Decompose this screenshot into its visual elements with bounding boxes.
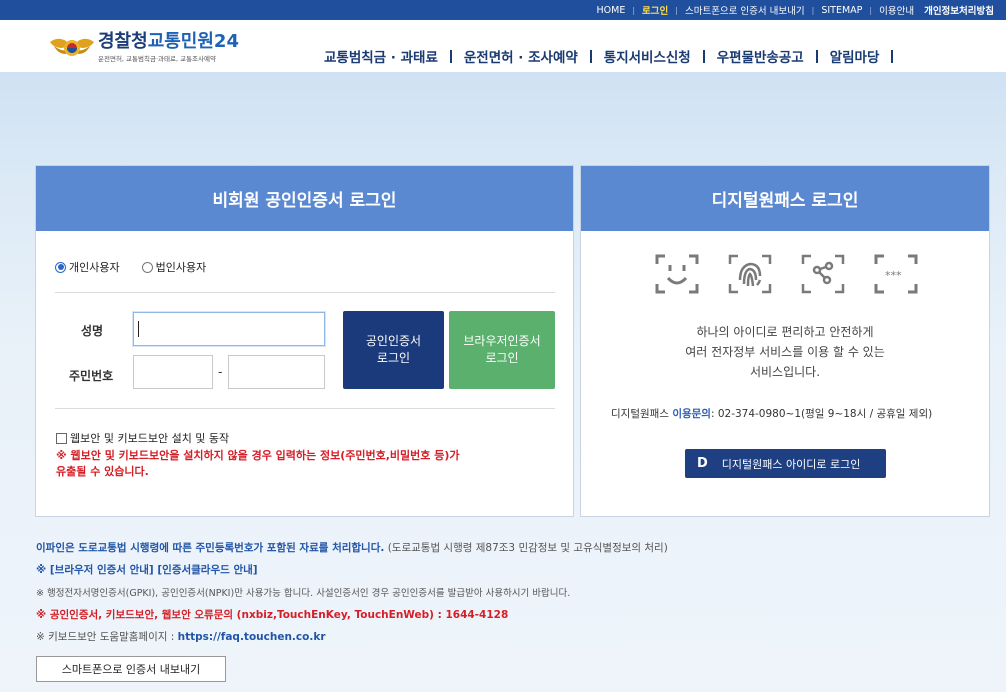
security-install-checkbox[interactable]	[56, 432, 67, 444]
name-input[interactable]	[133, 312, 325, 346]
inquiry-phone: : 02-374-0980~1(평일 9~18시 / 공휴일 제외)	[710, 408, 933, 420]
notice-error-contact: ※ 공인인증서, 키보드보안, 웹보안 오류문의 (nxbiz,TouchEnK…	[36, 609, 509, 621]
browser-cert-login-button[interactable]: 브라우저인증서 로그인	[449, 311, 555, 389]
browser-login-line2: 로그인	[485, 351, 519, 365]
fingerprint-icon	[728, 254, 772, 294]
nav-license[interactable]: 운전면허 · 조사예약	[464, 46, 578, 66]
keyboard-help-link[interactable]: https://faq.touchen.co.kr	[178, 631, 326, 643]
export-cert-link[interactable]: 스마트폰으로 인증서 내보내기	[685, 3, 805, 17]
nav-notice[interactable]: 알림마당	[830, 46, 880, 66]
logo-title-police: 경찰청	[98, 31, 148, 52]
notice-keyboard-help: ※ 키보드보안 도움말홈페이지 : https://faq.touchen.co…	[36, 631, 326, 644]
cert-login-button[interactable]: 공인인증서 로그인	[343, 311, 444, 389]
name-label: 성명	[81, 324, 104, 338]
auth-method-icons: ***	[653, 250, 945, 298]
rrn-front-input[interactable]	[133, 355, 213, 389]
security-install-label[interactable]: 웹보안 및 키보드보안 설치 및 동작	[70, 430, 229, 446]
guide-link[interactable]: 이용안내	[879, 3, 914, 17]
export-cert-smartphone-button[interactable]: 스마트폰으로 인증서 내보내기	[36, 656, 226, 682]
digital-onepass-login-button[interactable]: D 디지털원패스 아이디로 로그인	[685, 449, 886, 478]
radio-personal-label[interactable]: 개인사용자	[69, 259, 120, 275]
cert-login-line1: 공인인증서	[365, 334, 422, 348]
notice-line-rrn: 이파인은 도로교통법 시행령에 따른 주민등록번호가 포함된 자료를 처리합니다…	[36, 542, 668, 555]
sitemap-link[interactable]: SITEMAP	[821, 5, 862, 16]
nav-divider	[589, 49, 592, 63]
inquiry-label: 이용문의	[672, 408, 711, 420]
notice-cert-types: ※ 행정전자서명인증서(GPKI), 공인인증서(NPKI)만 사용가능 합니다…	[36, 588, 571, 599]
nonmember-login-title: 비회원 공인인증서 로그인	[36, 166, 573, 231]
home-link[interactable]: HOME	[597, 5, 626, 16]
login-link[interactable]: 로그인	[642, 3, 668, 17]
text-caret	[138, 321, 139, 337]
utility-bar: HOME | 로그인 | 스마트폰으로 인증서 내보내기 | SITEMAP |…	[0, 0, 1006, 20]
security-warning-line1: ※ 웹보안 및 키보드보안을 설치하지 않을 경우 입력하는 정보(주민번호,비…	[56, 449, 460, 462]
face-recognition-icon	[655, 254, 699, 294]
svg-text:***: ***	[885, 269, 902, 282]
cert-login-line2: 로그인	[376, 351, 411, 365]
nav-notification[interactable]: 통지서비스신청	[604, 46, 691, 66]
rrn-back-input[interactable]	[228, 355, 325, 389]
site-header: 경찰청교통민원24 운전면허, 교통범칙금·과태료, 교통조사예약 교통범칙금 …	[0, 20, 1006, 72]
desc-line1: 하나의 아이디로 편리하고 안전하게	[696, 325, 874, 339]
notice-rrn-bold: 이파인은 도로교통법 시행령에 따른 주민등록번호가 포함된 자료를 처리합니다…	[36, 542, 385, 554]
browser-cert-guide-link[interactable]: ※ [브라우저 인증서 안내] [인증서클라우드 안내]	[36, 564, 258, 577]
separator: |	[811, 5, 815, 15]
notice-rrn-rest: (도로교통법 시행령 제87조3 민감정보 및 고유식별정보의 처리)	[387, 542, 668, 554]
separator: |	[675, 5, 678, 15]
pattern-icon	[801, 254, 845, 294]
digital-onepass-inquiry: 디지털원패스 이용문의: 02-374-0980~1(평일 9~18시 / 공휴…	[611, 406, 932, 421]
user-type-selector: 개인사용자 법인사용자	[55, 259, 206, 275]
logo-subtitle: 운전면허, 교통범칙금·과태료, 교통조사예약	[98, 55, 216, 63]
main-nav: 교통범칙금 · 과태료 운전면허 · 조사예약 통지서비스신청 우편물반송공고 …	[324, 46, 905, 66]
desc-line2: 여러 전자정부 서비스를 이용 할 수 있는	[685, 345, 885, 359]
security-install-row: 웹보안 및 키보드보안 설치 및 동작	[56, 430, 229, 446]
digital-onepass-panel: 디지털원패스 로그인 *** 하나의 아이디로 편리하고 안전하게 여러 전자정…	[580, 165, 990, 517]
security-warning: ※ 웹보안 및 키보드보안을 설치하지 않을 경우 입력하는 정보(주민번호,비…	[56, 448, 536, 480]
nonmember-cert-login-panel: 비회원 공인인증서 로그인 개인사용자 법인사용자 성명 주민번호 - 공인인증…	[35, 165, 574, 517]
rrn-dash: -	[218, 365, 223, 379]
radio-corporate[interactable]	[141, 261, 153, 273]
separator: |	[869, 5, 873, 15]
separator: |	[632, 5, 636, 15]
security-warning-line2: 유출될 수 있습니다.	[56, 465, 149, 478]
nav-fines[interactable]: 교통범칙금 · 과태료	[324, 46, 438, 66]
divider	[55, 292, 555, 293]
site-logo[interactable]: 경찰청교통민원24 운전면허, 교통범칙금·과태료, 교통조사예약	[48, 32, 239, 64]
digital-onepass-title: 디지털원패스 로그인	[581, 166, 989, 231]
nav-returned-mail[interactable]: 우편물반송공고	[717, 46, 804, 66]
divider	[55, 408, 555, 409]
nav-divider	[702, 49, 705, 63]
desc-line3: 서비스입니다.	[749, 365, 821, 379]
radio-corporate-label[interactable]: 법인사용자	[156, 259, 207, 275]
keyboard-help-prefix: ※ 키보드보안 도움말홈페이지 :	[36, 631, 175, 643]
nav-divider	[449, 49, 452, 63]
pin-icon: ***	[874, 254, 918, 294]
radio-personal[interactable]	[55, 261, 66, 273]
inquiry-prefix: 디지털원패스	[611, 408, 669, 420]
onepass-login-label: 디지털원패스 아이디로 로그인	[721, 457, 861, 471]
onepass-d-icon: D	[697, 456, 708, 471]
digital-onepass-description: 하나의 아이디로 편리하고 안전하게 여러 전자정부 서비스를 이용 할 수 있…	[581, 322, 989, 382]
logo-title-service: 교통민원24	[147, 31, 239, 52]
browser-login-line1: 브라우저인증서	[463, 334, 541, 348]
nav-divider	[815, 49, 818, 63]
police-emblem-icon	[50, 38, 94, 56]
rrn-label: 주민번호	[69, 369, 114, 383]
nav-divider	[891, 49, 894, 63]
privacy-policy-link[interactable]: 개인정보처리방침	[924, 3, 994, 17]
